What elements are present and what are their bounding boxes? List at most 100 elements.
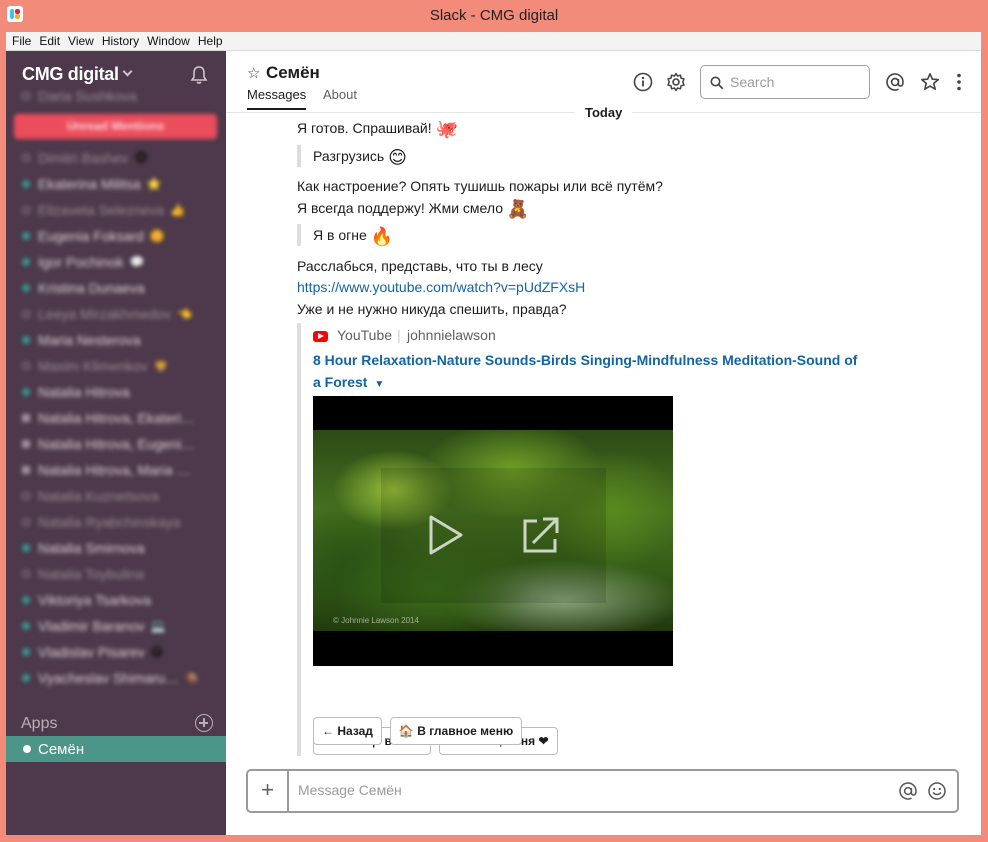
emoji-icon[interactable] [927, 781, 947, 801]
sidebar-item-dm[interactable]: Daria Sushkova [6, 83, 226, 109]
mentions-icon[interactable] [885, 72, 905, 92]
mention-icon[interactable] [898, 781, 918, 801]
sidebar-item-dm[interactable]: Natalia Hitrova, Maria … [6, 457, 226, 483]
search-icon [710, 76, 724, 90]
unread-mentions-button[interactable]: Unread Mentions [14, 114, 217, 139]
status-emoji: 🏇 [185, 671, 201, 685]
chevron-down-icon[interactable] [122, 66, 133, 77]
sidebar-item-dm[interactable]: Vyacheslav Shimaru… 🏇 [6, 665, 226, 691]
preview-title-text[interactable]: 8 Hour Relaxation-Nature Sounds-Birds Si… [313, 352, 857, 390]
sidebar-item-label: Natalia Kuznetsova [38, 488, 159, 504]
presence-icon [22, 284, 30, 292]
status-emoji: 🌼 [149, 229, 165, 243]
reply-text: Я в огне [313, 227, 367, 243]
star-icon[interactable]: ☆ [247, 64, 260, 82]
video-overlay [381, 468, 606, 603]
sidebar-item-label: Natalia Hitrova, Maria … [38, 462, 191, 478]
bell-icon[interactable] [190, 65, 208, 85]
search-box[interactable] [700, 65, 870, 99]
sidebar-item-dm[interactable]: Vladislav Pisarev 😷 [6, 639, 226, 665]
presence-icon [22, 388, 30, 396]
caret-down-icon[interactable]: ▼ [374, 379, 384, 390]
channel-title: Семён [266, 63, 320, 82]
sidebar-item-dm[interactable]: Dimitri Bashev 🐵 [6, 145, 226, 171]
menu-history[interactable]: History [102, 34, 139, 48]
presence-icon [22, 544, 30, 552]
add-attachment-button[interactable]: + [248, 771, 289, 811]
sidebar-item-label: Kristina Dunaeva [38, 280, 145, 296]
sidebar-item-dm[interactable]: Elizaveta Selezneva 👍 [6, 197, 226, 223]
menu-file[interactable]: File [12, 34, 31, 48]
presence-icon [22, 622, 30, 630]
title-bar: Slack - CMG digital [0, 0, 988, 32]
preview-title[interactable]: 8 Hour Relaxation-Nature Sounds-Birds Si… [313, 349, 869, 396]
presence-icon [22, 674, 30, 682]
apps-section-label: Apps [21, 715, 58, 732]
video-player[interactable]: © Johnnie Lawson 2014 [313, 396, 673, 666]
menu-bar: File Edit View History Window Help [6, 32, 981, 51]
menu-edit[interactable]: Edit [39, 34, 60, 48]
sidebar-item-label: Daria Sushkova [38, 88, 137, 104]
sidebar-item-dm[interactable]: Leeya Mirzakhmedov 👈 [6, 301, 226, 327]
sidebar-item-label: Maxim Klimenkov [38, 358, 148, 374]
back-button[interactable]: ← Назад [313, 717, 382, 745]
main-menu-button[interactable]: 🏠 В главное меню [389, 717, 523, 745]
sidebar-item-dm[interactable]: Viktoriya Tsarkova [6, 587, 226, 613]
tab-messages[interactable]: Messages [247, 87, 307, 110]
preview-separator: | [397, 327, 401, 343]
message-input[interactable] [298, 782, 878, 798]
smile-emoji: 😊 [388, 147, 407, 168]
user-reply: Я в огне 🔥 [297, 224, 393, 246]
menu-window[interactable]: Window [147, 34, 190, 48]
message-composer[interactable]: + [246, 769, 959, 813]
add-app-icon[interactable] [195, 714, 213, 732]
video-watermark: © Johnnie Lawson 2014 [333, 616, 419, 625]
sidebar-item-label: Vyacheslav Shimaru… [38, 670, 180, 686]
sidebar-item-dm[interactable]: Eugenia Foksard 🌼 [6, 223, 226, 249]
status-emoji: 😷 [150, 645, 164, 659]
search-input[interactable] [730, 74, 860, 90]
sidebar-item-dm[interactable]: Maxim Klimenkov 🦁 [6, 353, 226, 379]
preview-author[interactable]: johnnielawson [407, 327, 496, 343]
youtube-link[interactable]: https://www.youtube.com/watch?v=pUdZFXsH [297, 279, 585, 295]
menu-view[interactable]: View [68, 34, 94, 48]
sidebar-item-dm[interactable]: Natalia Hitrova [6, 379, 226, 405]
sidebar-item-dm[interactable]: Kristina Dunaeva [6, 275, 226, 301]
presence-icon [22, 232, 30, 240]
sidebar-item-dm[interactable]: Ekaterina Militsa ⭐ [6, 171, 226, 197]
sidebar-item-label: Elizaveta Selezneva [38, 202, 165, 218]
sidebar-item-dm[interactable]: Natalia Smirnova [6, 535, 226, 561]
menu-help[interactable]: Help [198, 34, 223, 48]
sidebar-item-label: Natalia Hitrova [38, 384, 130, 400]
sidebar-item-semyon[interactable]: Семён [6, 736, 226, 762]
more-icon[interactable] [949, 72, 969, 92]
sidebar-item-dm[interactable]: Natalia Hitrova, Eugenia… [6, 431, 226, 457]
sidebar-item-dm[interactable]: Natalia Hitrova, Ekaterina… [6, 405, 226, 431]
main-pane: ☆ Семён Messages About Search Today Я го… [226, 51, 981, 835]
external-link-icon[interactable] [519, 513, 563, 557]
sidebar-item-dm[interactable]: Maria Nesterova [6, 327, 226, 353]
sidebar-item-label: Natalia Toybulina [38, 566, 145, 582]
gear-icon[interactable] [666, 72, 686, 92]
status-emoji: 🦁 [153, 359, 169, 373]
info-icon[interactable] [633, 72, 653, 92]
sidebar-item-label: Natalia Hitrova, Eugenia… [38, 436, 198, 452]
status-emoji: ⭐ [146, 177, 162, 191]
sidebar-item-dm[interactable]: Vladimir Baranov 💻 [6, 613, 226, 639]
sidebar-item-dm[interactable]: Natalia Kuznetsova [6, 483, 226, 509]
online-status-icon [23, 745, 31, 753]
presence-icon [22, 92, 30, 100]
sidebar-item-dm[interactable]: Igor Pochinok 💬 [6, 249, 226, 275]
sidebar-item-dm[interactable]: Natalia Toybulina [6, 561, 226, 587]
presence-icon [22, 518, 30, 526]
play-icon[interactable] [423, 513, 467, 557]
tab-about[interactable]: About [323, 87, 357, 108]
teddy-bear-emoji: 🧸 [506, 199, 530, 219]
workspace-name[interactable]: CMG digital [22, 64, 119, 85]
message-text: Как настроение? Опять тушишь пожары или … [297, 178, 663, 194]
sidebar-item-dm[interactable]: Natalia Ryabchinskaya [6, 509, 226, 535]
presence-icon [22, 440, 30, 448]
preview-service: YouTube [337, 327, 393, 343]
star-icon[interactable] [920, 72, 940, 92]
presence-icon [22, 414, 30, 422]
